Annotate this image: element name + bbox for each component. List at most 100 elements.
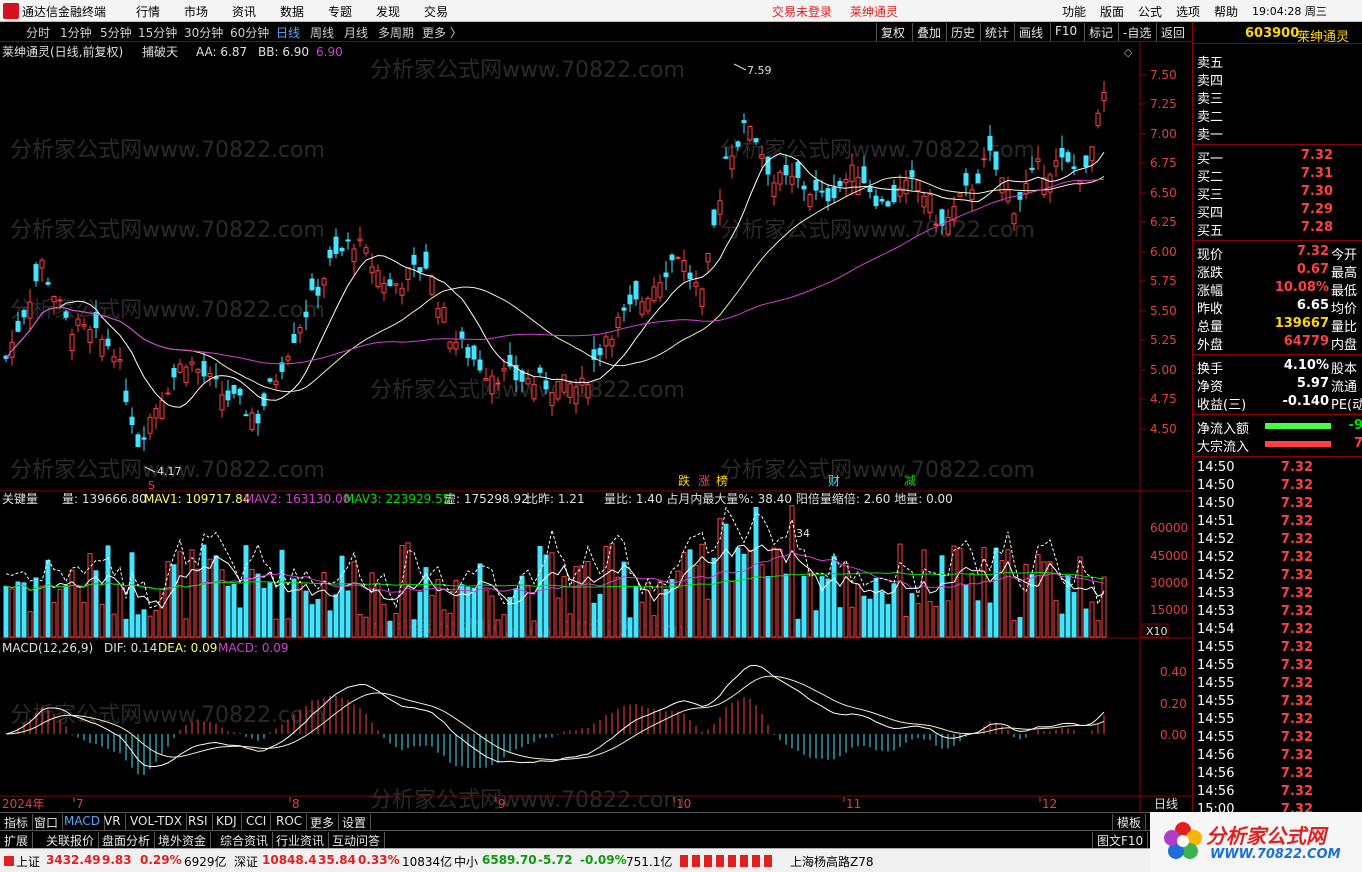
buy-level-4[interactable]: 买四 7.29 xyxy=(1197,202,1333,221)
menu-zhuanti[interactable]: 专题 xyxy=(328,3,352,20)
candle-body xyxy=(375,270,381,288)
tab-vol-tdx[interactable]: VOL-TDX xyxy=(126,814,187,830)
tab-indicator[interactable]: 指标 xyxy=(0,814,34,830)
sh-label[interactable]: 上证 xyxy=(16,853,40,870)
btn-zixuan[interactable]: -自选 xyxy=(1118,23,1155,41)
candle-body xyxy=(783,164,789,176)
candle-body xyxy=(231,384,237,394)
menu-faxian[interactable]: 发现 xyxy=(376,3,400,20)
event-marker-s[interactable]: S xyxy=(148,479,155,492)
period-weekly[interactable]: 周线 xyxy=(310,24,334,41)
tab-foreign-capital[interactable]: 境外资金 xyxy=(154,832,212,848)
btn-f10[interactable]: F10 xyxy=(1050,23,1081,41)
volume-bar xyxy=(333,594,339,638)
buy-level-5[interactable]: 买五 7.28 xyxy=(1197,220,1333,239)
tick-time: 14:53 xyxy=(1197,604,1235,619)
btn-lishi[interactable]: 历史 xyxy=(946,23,979,41)
volume-title[interactable]: 关键量 xyxy=(2,492,38,506)
btn-fanhui[interactable]: 返回 xyxy=(1156,23,1189,41)
period-daily[interactable]: 日线 xyxy=(276,24,300,41)
sh-up-icon xyxy=(4,856,14,866)
event-marker[interactable]: 财 xyxy=(828,474,840,488)
buy-level-3[interactable]: 买三 7.30 xyxy=(1197,184,1333,203)
menu-jiaoyi[interactable]: 交易 xyxy=(424,3,448,20)
period-multi[interactable]: 多周期 xyxy=(378,24,414,41)
period-15min[interactable]: 15分钟 xyxy=(138,24,177,41)
menu-zixun[interactable]: 资讯 xyxy=(232,3,256,20)
quote-header: 603900 莱绅通灵 xyxy=(1193,22,1362,45)
tab-settings[interactable]: 设置 xyxy=(338,814,372,830)
event-marker[interactable]: 榜 xyxy=(716,473,728,488)
menu-gongshi[interactable]: 公式 xyxy=(1138,3,1162,20)
chart-area[interactable]: 分析家公式网www.70822.com 分析家公式网www.70822.com … xyxy=(0,42,1192,812)
tab-extend[interactable]: 扩展 xyxy=(0,832,34,848)
tick-time: 14:55 xyxy=(1197,640,1235,655)
indicator-name[interactable]: 捕破天 xyxy=(142,44,178,59)
candle-body xyxy=(417,267,423,273)
tab-kdj[interactable]: KDJ xyxy=(212,814,242,830)
period-fenshi[interactable]: 分时 xyxy=(26,24,50,41)
period-30min[interactable]: 30分钟 xyxy=(184,24,223,41)
login-status[interactable]: 交易未登录 xyxy=(772,3,832,20)
tab-cci[interactable]: CCI xyxy=(242,814,272,830)
volume-mav3: MAV3: 223929.55 xyxy=(344,492,450,506)
zx-label[interactable]: 中小 xyxy=(454,853,478,870)
period-1min[interactable]: 1分钟 xyxy=(60,24,92,41)
period-60min[interactable]: 60分钟 xyxy=(230,24,269,41)
menu-gongneng[interactable]: 功能 xyxy=(1062,3,1086,20)
candle-body xyxy=(393,283,399,286)
tab-industry-news[interactable]: 行业资讯 xyxy=(272,832,330,848)
period-monthly[interactable]: 月线 xyxy=(344,24,368,41)
volume-bar xyxy=(369,572,375,638)
tab-related-quote[interactable]: 关联报价 xyxy=(42,832,100,848)
buy-level-2[interactable]: 买二 7.31 xyxy=(1197,166,1333,185)
tab-rsi[interactable]: RSI xyxy=(184,814,213,830)
menu-hangqing[interactable]: 行情 xyxy=(136,3,160,20)
buy-level-1[interactable]: 买一 7.32 xyxy=(1197,148,1333,167)
tab-more[interactable]: 更多 xyxy=(306,814,340,830)
menu-banmian[interactable]: 版面 xyxy=(1100,3,1124,20)
menu-shuju[interactable]: 数据 xyxy=(280,3,304,20)
tab-template[interactable]: 模板 xyxy=(1112,814,1147,830)
volume-bar xyxy=(441,609,447,638)
tab-qa[interactable]: 互动问答 xyxy=(328,832,386,848)
stat-row-change: 涨跌 0.67 最高 xyxy=(1197,262,1362,281)
tab-general-news[interactable]: 综合资讯 xyxy=(216,832,274,848)
btn-biaoji[interactable]: 标记 xyxy=(1084,23,1117,41)
event-marker[interactable]: 减 xyxy=(904,474,916,488)
event-marker[interactable]: 跌 xyxy=(678,473,690,488)
menu-xuanxiang[interactable]: 选项 xyxy=(1176,3,1200,20)
candle-body xyxy=(873,195,879,207)
candle-body xyxy=(477,359,483,371)
server-name[interactable]: 上海杨高路Z78 xyxy=(790,853,874,870)
btn-tongji[interactable]: 统计 xyxy=(980,23,1013,41)
zx-change: -5.72 xyxy=(538,853,573,867)
btn-huaxian[interactable]: 画线 xyxy=(1014,23,1047,41)
candle-body xyxy=(789,175,795,185)
volume-bar xyxy=(531,620,537,638)
kline-chart-svg[interactable]: 分析家公式网www.70822.com 分析家公式网www.70822.com … xyxy=(0,42,1192,812)
tick-row: 14:56 7.32 xyxy=(1197,748,1313,766)
volume-bar xyxy=(861,595,867,638)
macd-title[interactable]: MACD(12,26,9) xyxy=(2,641,93,655)
event-marker[interactable]: 涨 xyxy=(698,473,710,488)
menu-shichang[interactable]: 市场 xyxy=(184,3,208,20)
tab-macd[interactable]: MACD xyxy=(60,814,105,830)
tab-vr[interactable]: VR xyxy=(100,814,126,830)
indicator-extra: 6.90 xyxy=(316,45,343,59)
candle-body xyxy=(309,278,315,291)
btn-diejia[interactable]: 叠加 xyxy=(912,23,945,41)
volume-bar xyxy=(633,586,639,638)
diamond-icon[interactable]: ◇ xyxy=(1124,46,1133,59)
sz-label[interactable]: 深证 xyxy=(234,853,258,870)
period-5min[interactable]: 5分钟 xyxy=(100,24,132,41)
tab-roc[interactable]: ROC xyxy=(272,814,308,830)
menu-bangzhu[interactable]: 帮助 xyxy=(1214,3,1238,20)
volume-bar xyxy=(957,548,963,638)
tab-f10[interactable]: 图文F10 xyxy=(1092,832,1149,848)
btn-fuquan[interactable]: 复权 xyxy=(876,23,909,41)
tab-market-analysis[interactable]: 盘面分析 xyxy=(98,832,156,848)
tab-window[interactable]: 窗口 xyxy=(30,814,64,830)
tick-time: 14:50 xyxy=(1197,478,1235,493)
period-more[interactable]: 更多 〉 xyxy=(422,24,462,41)
